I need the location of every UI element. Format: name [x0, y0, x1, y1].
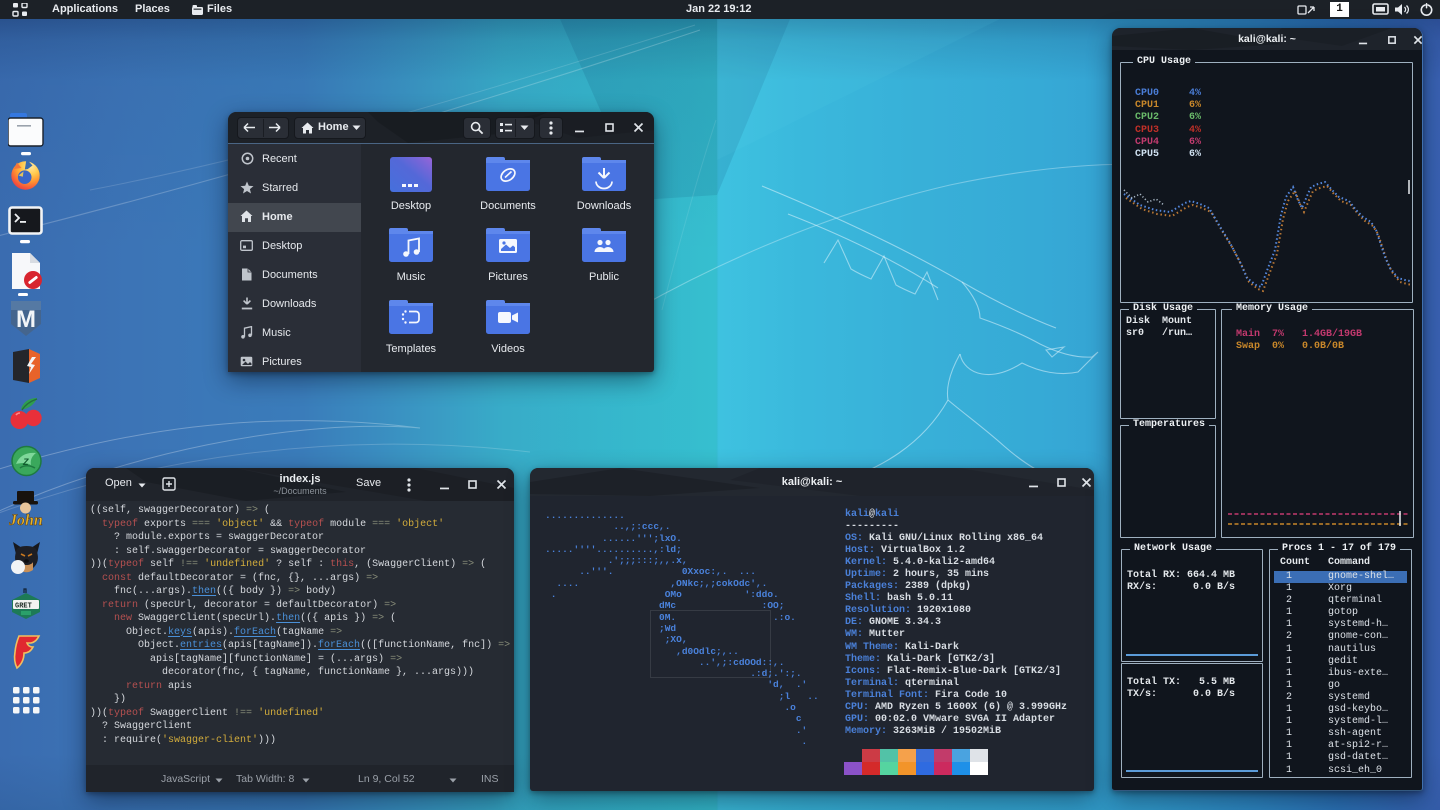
- svg-text:John: John: [9, 512, 43, 529]
- svg-text:Z: Z: [22, 457, 29, 467]
- svg-text:M: M: [16, 306, 36, 333]
- svg-text:GRET: GRET: [15, 603, 32, 611]
